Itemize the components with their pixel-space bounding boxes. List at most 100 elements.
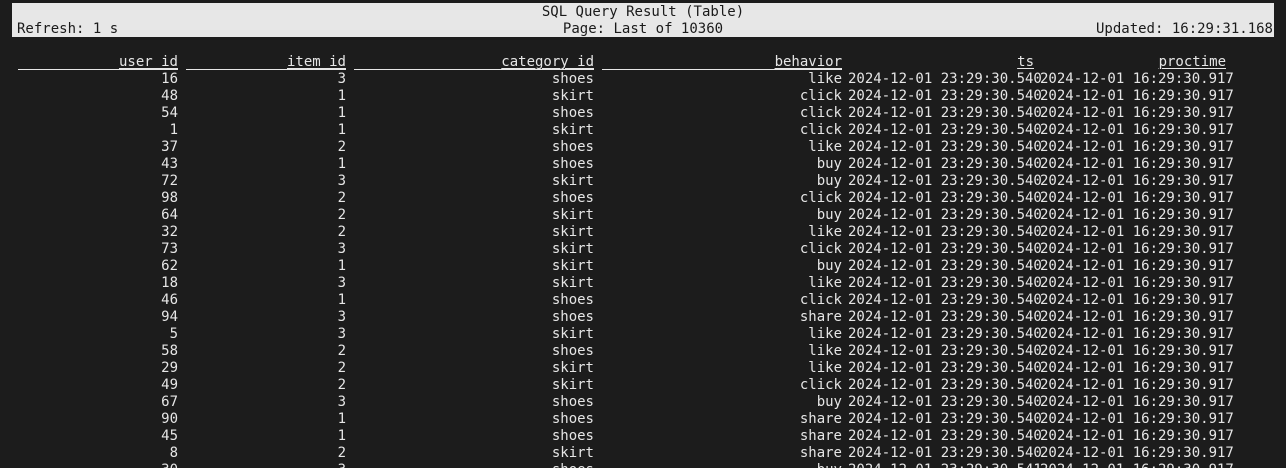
proctime-cell: 2024-12-01 16:29:30.917 (1040, 190, 1234, 206)
item-id-cell: 1 (337, 105, 346, 121)
behavior-cell: like (808, 360, 842, 376)
item-id-cell: 1 (337, 411, 346, 427)
table-row: 54 1 shoes click 2024-12-01 23:29:30.540 2024… (0, 105, 1286, 122)
ts-cell: 2024-12-01 23:29:30.540 (848, 224, 1042, 240)
user-id-cell: 98 (161, 190, 178, 206)
category-id-cell: skirt (551, 360, 594, 376)
table-row: 64 2 skirt buy 2024-12-01 23:29:30.540 2024-1… (0, 207, 1286, 224)
behavior-cell: click (799, 105, 842, 121)
user-id-cell: 54 (161, 105, 178, 121)
table-row: 1 1 skirt click 2024-12-01 23:29:30.540 2024-… (0, 122, 1286, 139)
category-id-cell: skirt (551, 173, 594, 189)
table-row: 16 3 shoes like 2024-12-01 23:29:30.540 2024-… (0, 71, 1286, 88)
behavior-cell: click (799, 190, 842, 206)
item-id-cell: 3 (337, 241, 346, 257)
proctime-cell: 2024-12-01 16:29:30.917 (1040, 241, 1234, 257)
proctime-cell: 2024-12-01 16:29:30.917 (1040, 411, 1234, 427)
user-id-cell: 30 (18, 462, 178, 468)
user-id-cell: 18 (161, 275, 178, 291)
category-id-cell: shoes (354, 462, 594, 468)
proctime-cell: 2024-12-01 16:29:30.917 (1040, 360, 1234, 376)
user-id-cell: 5 (169, 326, 178, 342)
item-id-cell: 1 (337, 156, 346, 172)
category-id-cell: shoes (551, 309, 594, 325)
item-id-cell: 2 (337, 343, 346, 359)
behavior-cell: click (799, 241, 842, 257)
ts-cell: 2024-12-01 23:29:30.540 (848, 156, 1042, 172)
ts-cell: 2024-12-01 23:29:30.540 (848, 139, 1042, 155)
proctime-cell: 2024-12-01 16:29:30.917 (1040, 105, 1234, 121)
proctime-cell: 2024-12-01 16:29:30.917 (1040, 428, 1234, 444)
table-row: 46 1 shoes click 2024-12-01 23:29:30.540 2024… (0, 292, 1286, 309)
item-id-cell: 3 (337, 394, 346, 410)
user-id-cell: 46 (161, 292, 178, 308)
table-row: 43 1 shoes buy 2024-12-01 23:29:30.540 2024-1… (0, 156, 1286, 173)
item-id-cell: 2 (337, 377, 346, 393)
category-id-cell: shoes (551, 156, 594, 172)
column-header-item-id: item_id (286, 54, 346, 70)
proctime-cell: 2024-12-01 16:29:30.917 (1040, 292, 1234, 308)
behavior-cell: share (799, 445, 842, 461)
item-id-cell: 3 (337, 71, 346, 87)
item-id-cell: 3 (337, 326, 346, 342)
user-id-cell: 67 (161, 394, 178, 410)
item-id-cell: 1 (337, 292, 346, 308)
table-row: 98 2 shoes click 2024-12-01 23:29:30.540 2024… (0, 190, 1286, 207)
category-id-cell: skirt (551, 258, 594, 274)
behavior-cell: click (799, 292, 842, 308)
table-body: 16 3 shoes like 2024-12-01 23:29:30.540 2024-… (0, 71, 1286, 468)
proctime-cell: 2024-12-01 16:29:30.917 (1040, 343, 1234, 359)
user-id-cell: 72 (161, 173, 178, 189)
table-row: 49 2 skirt click 2024-12-01 23:29:30.540 2024… (0, 377, 1286, 394)
category-id-cell: shoes (551, 428, 594, 444)
user-id-cell: 64 (161, 207, 178, 223)
updated-timestamp: Updated: 16:29:31.168 (1095, 21, 1273, 37)
proctime-cell: 2024-12-01 16:29:30.917 (1040, 139, 1234, 155)
proctime-cell: 2024-12-01 16:29:30.917 (1040, 71, 1234, 87)
proctime-cell: 2024-12-01 16:29:30.917 (1040, 377, 1234, 393)
user-id-cell: 29 (161, 360, 178, 376)
category-id-cell: skirt (551, 377, 594, 393)
item-id-cell: 2 (337, 190, 346, 206)
ts-cell: 2024-12-01 23:29:30.540 (848, 122, 1042, 138)
behavior-cell: like (808, 343, 842, 359)
ts-cell: 2024-12-01 23:29:30.540 (848, 71, 1042, 87)
proctime-cell: 2024-12-01 16:29:30.917 (1040, 156, 1234, 172)
category-id-cell: shoes (551, 411, 594, 427)
proctime-cell: 2024-12-01 16:29:30.917 (1040, 394, 1234, 410)
table-row: 94 3 shoes share 2024-12-01 23:29:30.540 2024… (0, 309, 1286, 326)
user-id-cell: 16 (161, 71, 178, 87)
category-id-cell: skirt (551, 224, 594, 240)
ts-cell: 2024-12-01 23:29:30.540 (848, 258, 1042, 274)
item-id-cell: 2 (337, 224, 346, 240)
ts-cell: 2024-12-01 23:29:30.540 (848, 343, 1042, 359)
user-id-cell: 43 (161, 156, 178, 172)
user-id-cell: 48 (161, 88, 178, 104)
user-id-cell: 62 (161, 258, 178, 274)
ts-cell: 2024-12-01 23:29:30.540 (848, 309, 1042, 325)
behavior-cell: like (808, 326, 842, 342)
category-id-cell: skirt (551, 445, 594, 461)
proctime-cell: 2024-12-01 16:29:30.917 (1040, 224, 1234, 240)
behavior-cell: share (799, 428, 842, 444)
item-id-cell: 1 (337, 88, 346, 104)
category-id-cell: skirt (551, 122, 594, 138)
item-id-cell: 1 (337, 428, 346, 444)
page-indicator: Page: Last of 10360 (562, 21, 724, 37)
table-row: 45 1 shoes share 2024-12-01 23:29:30.540 2024… (0, 428, 1286, 445)
category-id-cell: skirt (551, 275, 594, 291)
ts-cell: 2024-12-01 23:29:30.540 (848, 394, 1042, 410)
table-row: 18 3 skirt like 2024-12-01 23:29:30.540 2024-… (0, 275, 1286, 292)
user-id-cell: 94 (161, 309, 178, 325)
table-row: 29 2 skirt like 2024-12-01 23:29:30.540 2024-… (0, 360, 1286, 377)
category-id-cell: shoes (551, 394, 594, 410)
ts-cell: 2024-12-01 23:29:30.540 (848, 411, 1042, 427)
item-id-cell: 1 (337, 122, 346, 138)
result-table[interactable]: user_id item_id category_id behavior ts … (0, 54, 1286, 468)
column-header-user-id: user_id (118, 54, 178, 70)
behavior-cell: buy (602, 462, 842, 468)
column-header-category-id: category_id (501, 54, 594, 70)
table-row: 30 3 shoes buy 2024-12-01 23:29:30.5412024-1… (0, 462, 1286, 468)
proctime-cell: 2024-12-01 16:29:30.917 (1040, 122, 1234, 138)
behavior-cell: buy (816, 207, 842, 223)
